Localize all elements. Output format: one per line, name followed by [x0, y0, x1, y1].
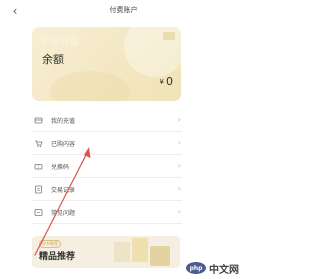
chevron-right-icon: ›: [177, 115, 181, 124]
menu-item-label: 兑换码: [51, 163, 70, 171]
menu-item-redeem-code[interactable]: 兑换码 ›: [32, 155, 182, 178]
menu-item-label: 常见问题: [51, 209, 76, 217]
menu-item-label: 我的充值: [51, 117, 76, 125]
payment-account-page: ‹ 付费账户 宇宙钱包 余额 ¥ 0 我的充值 › 已购内容 › 兑换码 › 交…: [0, 0, 247, 279]
account-menu: 我的充值 › 已购内容 › 兑换码 › 交易记录 › 常见问题 ›: [32, 109, 182, 224]
chevron-right-icon: ›: [177, 161, 181, 170]
wallet-icon: [34, 116, 43, 125]
balance-amount: 0: [166, 75, 173, 88]
card-decoration: [50, 71, 130, 101]
recommend-title: 精品推荐: [39, 252, 76, 262]
chevron-right-icon: ›: [177, 184, 181, 193]
menu-item-label: 交易记录: [51, 186, 76, 194]
balance-label: 余额: [42, 53, 64, 66]
menu-item-recharge[interactable]: 我的充值 ›: [32, 109, 182, 132]
menu-item-label: 已购内容: [51, 140, 76, 148]
wallet-brand: 宇宙钱包: [41, 37, 80, 47]
balance-value: ¥ 0: [160, 75, 173, 88]
recommend-banner[interactable]: 好书推荐 精品推荐: [32, 236, 180, 268]
menu-item-transactions[interactable]: 交易记录 ›: [32, 178, 182, 201]
menu-item-purchased[interactable]: 已购内容 ›: [32, 132, 182, 155]
watermark-logo: php 中文网: [186, 260, 243, 276]
recommend-tag: 好书推荐: [39, 240, 61, 248]
header: ‹ 付费账户: [0, 0, 247, 22]
php-logo-icon: php: [186, 262, 206, 274]
ticket-icon: [34, 162, 43, 171]
watermark-text: 中文网: [209, 264, 239, 276]
record-icon: [34, 185, 43, 194]
card-chip-icon: [163, 32, 175, 40]
book-illustration: [150, 246, 170, 266]
menu-item-faq[interactable]: 常见问题 ›: [32, 201, 182, 224]
page-title: 付费账户: [109, 6, 138, 14]
currency-icon: ¥: [159, 78, 164, 86]
book-illustration: [114, 242, 130, 262]
question-icon: [34, 208, 43, 217]
book-illustration: [132, 238, 148, 262]
chevron-right-icon: ›: [177, 138, 181, 147]
cart-icon: [34, 139, 43, 148]
chevron-right-icon: ›: [177, 207, 181, 216]
wallet-card: 宇宙钱包 余额 ¥ 0: [32, 27, 181, 101]
